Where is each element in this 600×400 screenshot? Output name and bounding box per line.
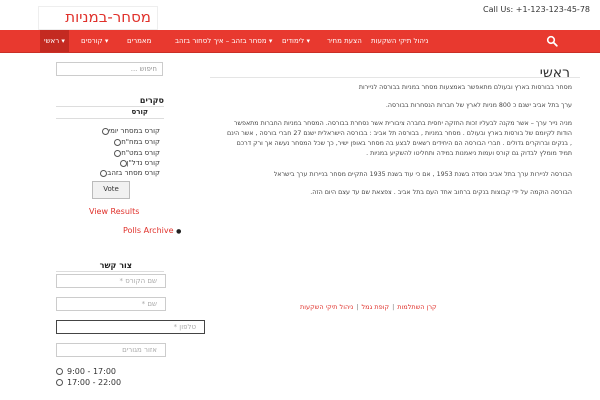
poll-option[interactable]: קורס מסחר בזהב [98, 169, 160, 177]
poll-option[interactable]: קורס במסחר יומי [100, 127, 160, 135]
nav-item-studies[interactable]: ▾ לימודים [282, 30, 310, 52]
time-option-label: 9:00 - 17:00 [67, 367, 116, 376]
radio-button[interactable] [119, 159, 127, 167]
footer-link-study-fund[interactable]: קרן השתלמות [397, 303, 436, 311]
nav-item-label: מסחר בזהב – איך לסחור בזהב [175, 37, 267, 45]
nav-item-label: ראשי [44, 37, 60, 45]
poll-option-label: קורס מסחר בזהב [107, 169, 160, 177]
poll-option-label: קורס במט"ח [121, 149, 160, 157]
poll-option[interactable]: קורס במט"ח [112, 149, 160, 157]
article-paragraph: ערך בתל אביב ישנם כ 800 מניות לארץ של חב… [385, 102, 572, 109]
poll-option-label: קורס במסחר יומי [108, 127, 160, 135]
nav-item-label: ניהול תיקי השקעות [371, 37, 429, 45]
article-paragraph: תמיד מומלץ לבדוק גם קורס ועמות ניאמנות ב… [366, 150, 572, 157]
nav-item-portfolio-management[interactable]: ניהול תיקי השקעות [371, 30, 428, 52]
link-separator: | [392, 303, 395, 311]
course-name-field[interactable]: שם הקורס * [56, 274, 166, 288]
polls-archive-label: Polls Archive [123, 226, 174, 235]
title-divider [210, 77, 580, 78]
call-us-text: Call Us: +1-123-123-45-78 [483, 5, 590, 14]
widget-divider [56, 271, 164, 272]
nav-item-label: הצעת מחיר [327, 37, 362, 45]
radio-button[interactable] [56, 379, 63, 386]
poll-option-label: קורס נדל"ן [126, 159, 160, 167]
nav-item-label: קורסים [81, 37, 103, 45]
chevron-down-icon: ▾ [306, 37, 310, 45]
time-option[interactable]: 17:00 - 22:00 [56, 378, 121, 387]
time-option-label: 17:00 - 22:00 [67, 378, 122, 387]
article-paragraph: הבורסה הוקמה על ידי קבוצות בנקים ברחוב א… [310, 189, 572, 196]
polls-archive-link[interactable]: Polls Archive ● [123, 226, 181, 235]
page-title: ראשי [539, 65, 570, 81]
polls-widget-title: סקרים [139, 96, 164, 105]
search-icon[interactable] [546, 35, 558, 47]
radio-button[interactable] [101, 127, 109, 135]
nav-item-courses[interactable]: ▾ קורסים [81, 30, 108, 52]
chevron-down-icon: ▾ [104, 37, 109, 45]
residence-area-field[interactable]: אזור מגורים [56, 343, 166, 357]
radio-button[interactable] [56, 368, 63, 375]
article-paragraph: מניה נייר ערך – אשר מקנה לבעליו זכות החז… [234, 120, 572, 127]
article-paragraph: הבורסה לניירות ערך בתל אביב נוסדה בשנת 1… [273, 171, 572, 178]
article-paragraph: הודות לקיומם של בורסות בארץ ובעולם . מסח… [227, 130, 572, 137]
poll-question: קורס [131, 108, 148, 116]
name-field[interactable]: שם * [56, 297, 166, 311]
vote-button[interactable]: Vote [92, 181, 130, 199]
widget-divider [56, 118, 164, 119]
contact-form-title: צור קשר [99, 261, 132, 270]
nav-item-gold-trading[interactable]: ▾ מסחר בזהב – איך לסחור בזהב [175, 30, 272, 52]
nav-item-label: מאמרים [127, 37, 152, 45]
footer-links: קרן השתלמות|קופת גמל|ניהול תיקי השקעות [300, 303, 437, 311]
footer-link-portfolio-management[interactable]: ניהול תיקי השקעות [300, 303, 353, 311]
view-results-link[interactable]: View Results [89, 207, 139, 216]
nav-item-price-quote[interactable]: הצעת מחיר [327, 30, 362, 52]
widget-divider [56, 106, 164, 107]
article-paragraph: , בנקים וברוקרים גדולים . חברי הבורסה הם… [236, 140, 572, 147]
footer-link-provident-fund[interactable]: קופת גמל [361, 303, 389, 311]
link-separator: | [356, 303, 359, 311]
nav-item-home[interactable]: ▾ ראשי [40, 30, 69, 52]
nav-item-label: לימודים [282, 37, 305, 45]
site-logo-text[interactable]: מסחר-במניות [65, 8, 151, 26]
chevron-down-icon: ▾ [268, 37, 273, 45]
poll-option[interactable]: קורס במח"ח [112, 138, 160, 146]
search-input[interactable]: חיפוש ... [56, 62, 163, 76]
site-logo[interactable]: מסחר-במניות [38, 6, 158, 30]
time-option[interactable]: 9:00 - 17:00 [56, 367, 116, 376]
chevron-down-icon: ▾ [61, 37, 65, 45]
bullet-icon: ● [176, 228, 182, 235]
main-nav: ▾ ראשי ▾ קורסים מאמרים ▾ מסחר בזהב – איך… [0, 30, 600, 53]
nav-item-articles[interactable]: מאמרים [127, 30, 151, 52]
poll-option-label: קורס במח"ח [121, 138, 160, 146]
phone-field[interactable]: טלפון * [56, 320, 205, 334]
poll-option[interactable]: קורס נדל"ן [118, 159, 160, 167]
article-paragraph: מסחר בבורסות בארץ ובעולם מתאפשר באמצעות … [358, 84, 572, 91]
